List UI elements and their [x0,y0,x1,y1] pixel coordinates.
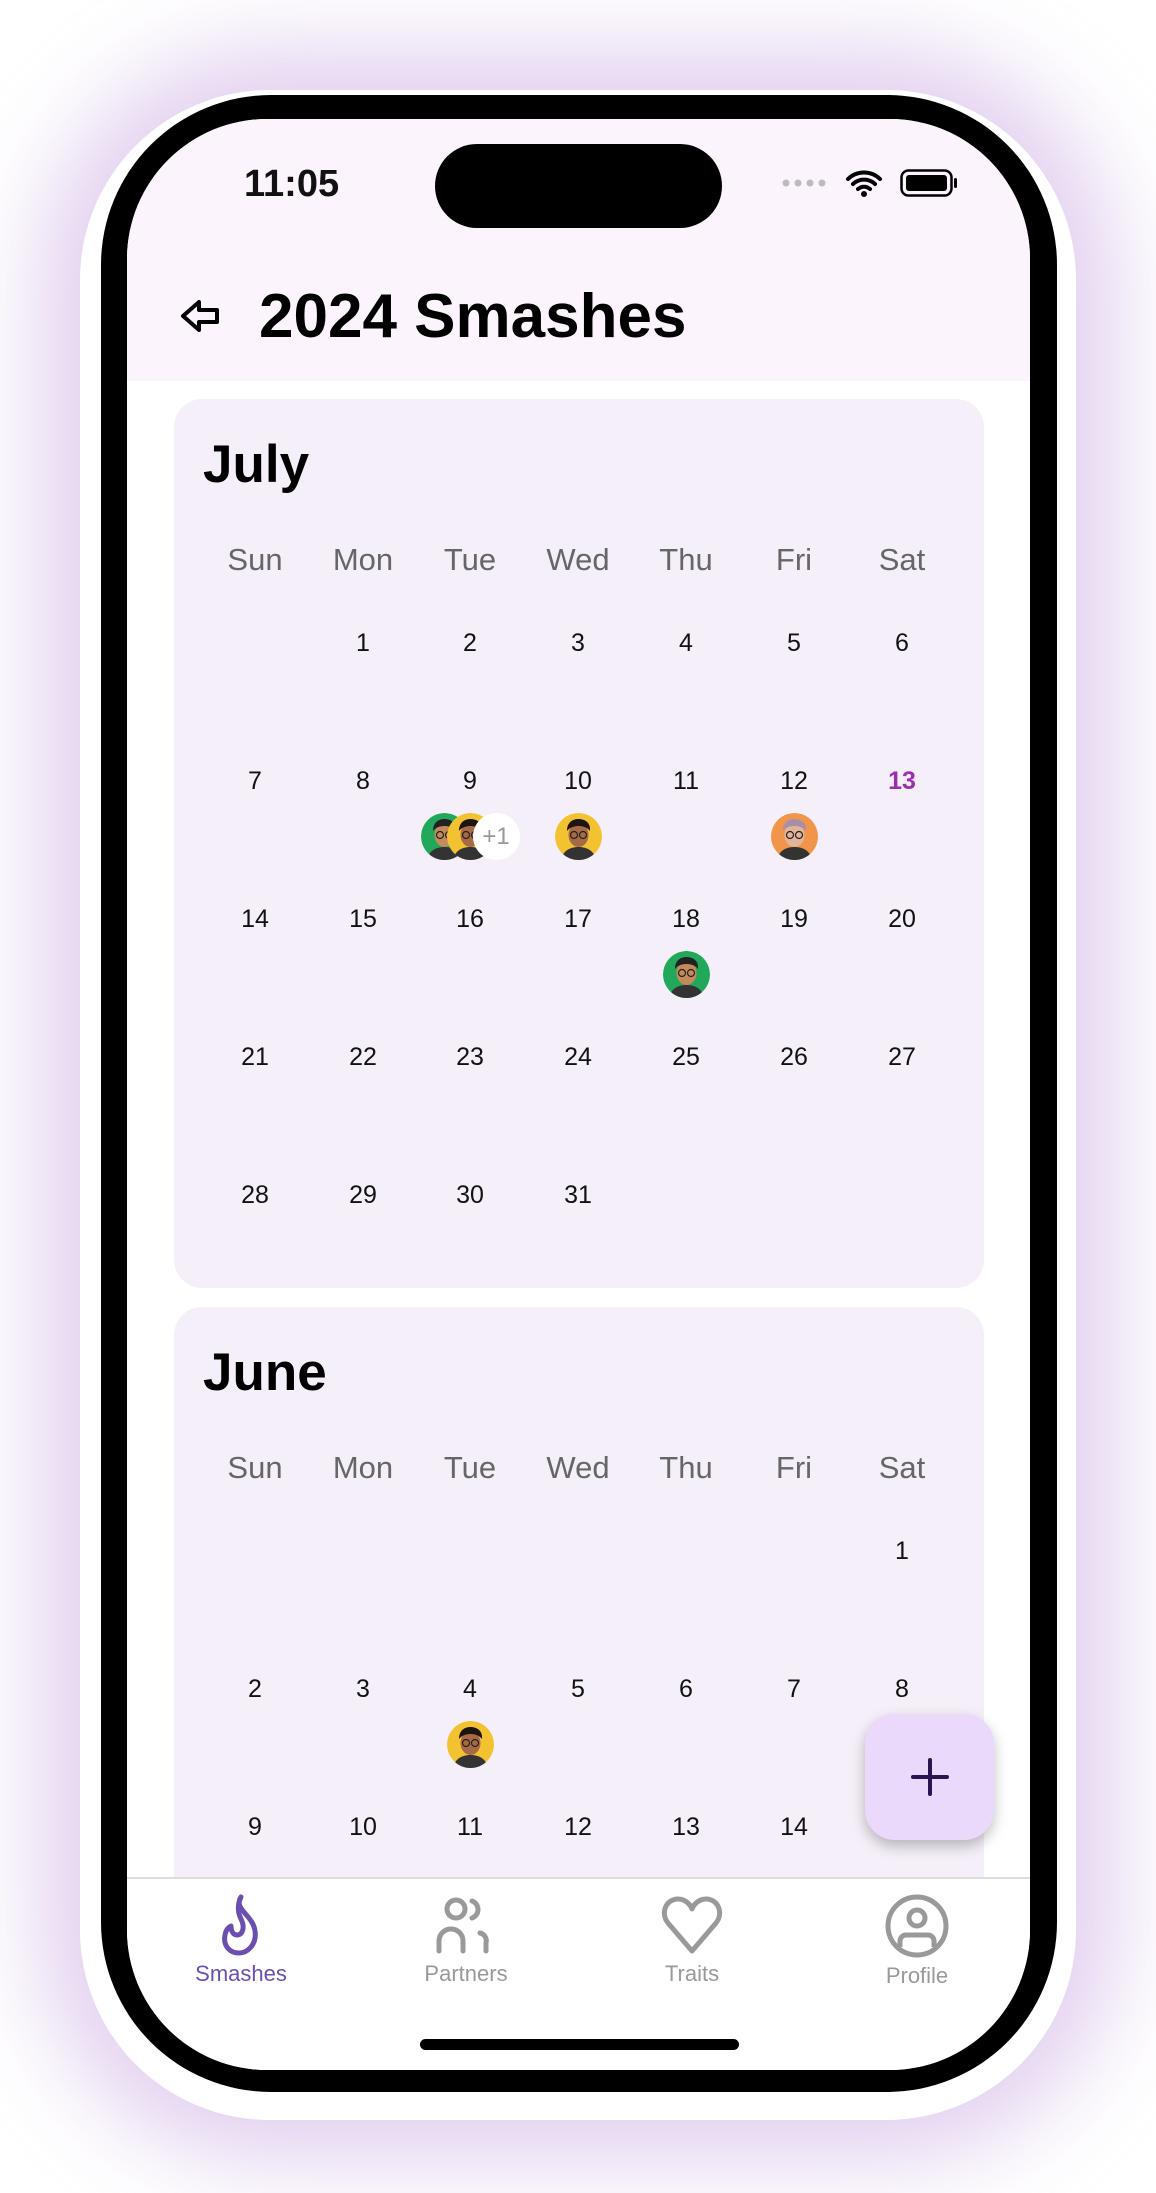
weekday-header: Sun [227,1450,283,1485]
calendar-day[interactable]: 10 [524,767,632,796]
partner-avatar[interactable] [770,813,818,860]
calendar-day[interactable]: 5 [524,1675,632,1704]
calendar-day[interactable]: 23 [416,1043,524,1072]
calendar-day[interactable]: 31 [524,1181,632,1210]
people-icon [436,1897,489,1954]
calendar-day[interactable]: 8 [309,767,417,796]
weekday-header: Sat [878,1450,926,1485]
calendar-day[interactable]: 12 [740,767,848,796]
calendar-day[interactable]: 11 [632,767,740,796]
calendar-day[interactable]: 19 [740,905,848,934]
header: 11:05 2024 Smashes [127,119,1030,381]
partner-avatar[interactable] [554,813,602,860]
calendar-day[interactable]: 10 [309,1813,417,1842]
tab-label: Smashes [195,1961,287,1986]
calendar-day[interactable]: 7 [740,1675,848,1704]
weekday-header: Sun [227,542,283,577]
tab-label: Traits [664,1961,720,1986]
calendar-day[interactable]: 6 [848,629,956,658]
add-smash-button[interactable] [865,1714,994,1840]
calendar-day[interactable]: 3 [524,629,632,658]
calendar-day[interactable]: 29 [309,1181,417,1210]
weekday-header: Mon [332,542,394,577]
calendar-day[interactable]: 21 [201,1043,309,1072]
heart-icon [661,1896,723,1954]
partner-avatar[interactable] [446,1721,494,1768]
tab-traits[interactable]: Traits [592,1893,792,1987]
calendar-day[interactable]: 3 [309,1675,417,1704]
signal-icon [782,179,826,187]
calendar-day[interactable]: 25 [632,1043,740,1072]
calendar-day[interactable]: 22 [309,1043,417,1072]
calendar-day[interactable]: 15 [309,905,417,934]
weekday-header: Tue [443,542,497,577]
calendar-day[interactable]: 30 [416,1181,524,1210]
month-card-june: June Sun Mon Tue Wed Thu Fri Sat 1 2 3 4 5 6 7 8 9 10 11 12… [174,1307,984,1877]
calendar-day[interactable]: 14 [740,1813,848,1842]
calendar-day[interactable]: 16 [416,905,524,934]
weekday-header: Thu [659,1450,713,1485]
screen: 11:05 2024 Smashes July Sun Mon Tue Wed Thu Fr… [127,119,1030,2070]
calendar-day[interactable]: 9 [201,1813,309,1842]
tab-profile[interactable]: Profile [817,1893,1017,1989]
wifi-icon [846,170,882,197]
calendar-day[interactable]: 24 [524,1043,632,1072]
calendar-day[interactable]: 8 [848,1675,956,1704]
calendar-day[interactable]: 11 [416,1813,524,1842]
weekday-header: Fri [775,542,813,577]
calendar-day[interactable]: 6 [632,1675,740,1704]
calendar-day[interactable]: 17 [524,905,632,934]
tab-partners[interactable]: Partners [366,1893,566,1987]
calendar-scroll[interactable]: July Sun Mon Tue Wed Thu Fri Sat 1 2 3 4 5 6 7 8 9 +1 10 11… [127,381,1030,1877]
calendar-day-today[interactable]: 13 [848,767,956,796]
tab-label: Profile [885,1963,949,1988]
plus-icon [910,1758,949,1796]
calendar-day[interactable]: 4 [632,629,740,658]
calendar-day[interactable]: 13 [632,1813,740,1842]
home-indicator [420,2039,739,2050]
calendar-day[interactable]: 5 [740,629,848,658]
month-title: July [203,435,310,494]
partner-avatar[interactable] [662,951,710,998]
flame-icon [222,1894,258,1956]
back-arrow-icon[interactable] [179,294,223,338]
weekday-header: Tue [443,1450,497,1485]
calendar-day[interactable]: 2 [201,1675,309,1704]
profile-icon [885,1894,949,1958]
weekday-header: Mon [332,1450,394,1485]
status-time: 11:05 [244,163,340,205]
weekday-header: Wed [546,542,610,577]
tab-smashes[interactable]: Smashes [141,1893,341,1987]
calendar-day[interactable]: 2 [416,629,524,658]
more-partners-badge[interactable]: +1 [472,813,520,860]
calendar-day[interactable]: 20 [848,905,956,934]
calendar-day[interactable]: 1 [309,629,417,658]
weekday-header: Wed [546,1450,610,1485]
calendar-day[interactable]: 9 [416,767,524,796]
weekday-header: Fri [775,1450,813,1485]
page-title: 2024 Smashes [259,282,687,351]
calendar-day[interactable]: 28 [201,1181,309,1210]
weekday-header: Thu [659,542,713,577]
calendar-day[interactable]: 18 [632,905,740,934]
status-icons [782,169,958,197]
calendar-day[interactable]: 4 [416,1675,524,1704]
calendar-day[interactable]: 1 [848,1537,956,1566]
battery-icon [900,169,957,197]
weekday-header: Sat [878,542,926,577]
calendar-day[interactable]: 26 [740,1043,848,1072]
calendar-day[interactable]: 12 [524,1813,632,1842]
calendar-day[interactable]: 27 [848,1043,956,1072]
month-title: June [203,1343,327,1402]
month-card-july: July Sun Mon Tue Wed Thu Fri Sat 1 2 3 4 5 6 7 8 9 +1 10 11… [174,399,984,1288]
tab-label: Partners [424,1961,508,1986]
calendar-day[interactable]: 14 [201,905,309,934]
calendar-day[interactable]: 7 [201,767,309,796]
dynamic-island [435,144,722,228]
